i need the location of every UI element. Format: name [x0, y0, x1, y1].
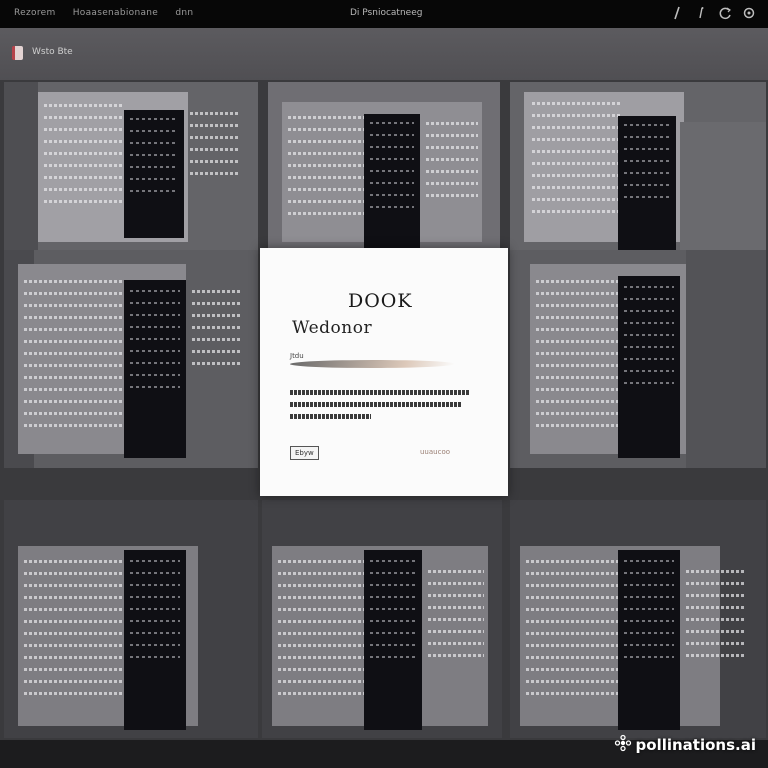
tile-text-lines — [44, 104, 124, 212]
document-tile[interactable] — [4, 500, 258, 738]
menu-item[interactable]: Rezorem — [14, 8, 56, 18]
tile-dark-column — [124, 110, 184, 238]
dialog-confirm-button[interactable]: Ebyw — [290, 446, 319, 460]
settings-icon[interactable] — [742, 5, 756, 21]
document-tile[interactable] — [4, 82, 258, 250]
menu-item[interactable]: dnn — [175, 8, 193, 18]
top-menu-left: Rezorem Hoaasenabionane dnn — [14, 8, 207, 18]
dialog-divider — [288, 360, 457, 368]
refresh-icon[interactable] — [718, 5, 732, 21]
tile-dark-column — [124, 550, 186, 730]
document-tile[interactable] — [510, 82, 766, 250]
toolbar-label: Wsto Bte — [32, 47, 73, 57]
document-tile[interactable] — [510, 250, 766, 468]
tile-text-lines — [24, 280, 124, 436]
tile-dark-column — [618, 116, 676, 250]
app-window: Rezorem Hoaasenabionane dnn Di Psniocatn… — [0, 0, 768, 768]
dialog-subtitle: Wedonor — [292, 318, 373, 338]
tile-side-panel — [686, 250, 766, 468]
document-tile[interactable] — [268, 82, 500, 250]
document-tile[interactable] — [262, 500, 502, 738]
toolbar: Wsto Bte — [0, 28, 768, 80]
dialog-secondary-link[interactable]: uuaucoo — [420, 448, 450, 456]
dialog-caption: Jtdu — [290, 352, 304, 360]
tile-text-lines — [426, 122, 478, 206]
window-title: Di Psniocatneeg — [350, 8, 423, 18]
record-marker-icon[interactable] — [12, 46, 23, 60]
info-icon[interactable] — [694, 5, 708, 21]
tile-text-lines — [686, 570, 746, 666]
tile-side-panel — [4, 82, 38, 250]
tile-text-lines — [536, 280, 626, 436]
dialog-body-text — [290, 390, 470, 426]
top-menu-bar: Rezorem Hoaasenabionane dnn Di Psniocatn… — [0, 0, 768, 28]
slash-icon[interactable] — [670, 5, 684, 21]
tile-text-lines — [288, 116, 368, 224]
tile-text-lines — [428, 570, 484, 666]
tile-dark-column — [364, 114, 420, 250]
tile-dark-column — [618, 276, 680, 458]
document-tile[interactable] — [4, 250, 258, 468]
tile-text-lines — [192, 290, 242, 374]
dialog-title: DOOK — [348, 290, 413, 312]
document-tile[interactable] — [510, 500, 766, 738]
tile-dark-column — [618, 550, 680, 730]
tile-text-lines — [526, 560, 622, 704]
tile-dark-column — [364, 550, 422, 730]
top-icon-group — [670, 5, 756, 23]
tile-text-lines — [24, 560, 124, 704]
watermark-text: pollinations.ai — [635, 736, 756, 754]
tile-side-panel — [680, 122, 766, 250]
tile-text-lines — [278, 560, 368, 704]
tile-dark-column — [124, 280, 186, 458]
tile-text-lines — [190, 112, 240, 184]
tile-text-lines — [532, 102, 622, 222]
pollinations-logo-icon — [614, 734, 632, 756]
modal-dialog: DOOK Wedonor Jtdu Ebyw uuaucoo — [260, 248, 508, 496]
watermark: pollinations.ai — [614, 734, 756, 756]
menu-item[interactable]: Hoaasenabionane — [73, 8, 158, 18]
